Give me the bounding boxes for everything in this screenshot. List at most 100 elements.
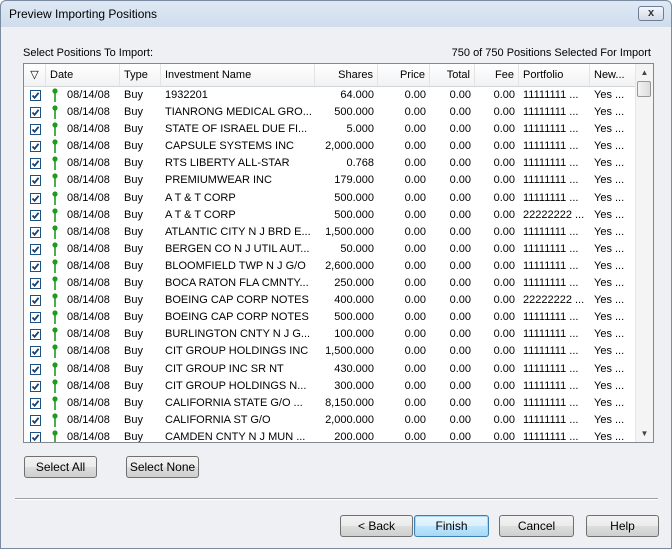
row-type: Buy [124, 311, 143, 324]
row-new: Yes ... [594, 157, 625, 170]
column-header-new[interactable]: New... [590, 64, 636, 86]
checkbox-checked-icon[interactable] [30, 243, 41, 255]
row-new: Yes ... [594, 294, 625, 307]
checkbox-checked-icon[interactable] [30, 90, 41, 101]
table-row[interactable]: 08/14/08 Buy STATE OF ISRAEL DUE FI... 5.00… [24, 121, 636, 138]
column-header-shares[interactable]: Shares [315, 64, 378, 86]
row-type: Buy [124, 294, 143, 307]
column-header-investment-name[interactable]: Investment Name [161, 64, 315, 86]
checkbox-checked-icon[interactable] [30, 346, 41, 358]
row-total: 0.00 [449, 379, 471, 392]
checkbox-checked-icon[interactable] [30, 363, 41, 375]
checkbox-checked-icon[interactable] [30, 295, 41, 307]
table-row[interactable]: 08/14/08 Buy PREMIUMWEAR INC 179.000 0.00 0.0… [24, 172, 636, 189]
row-new: Yes ... [594, 413, 625, 426]
row-price: 0.00 [404, 277, 426, 290]
row-investment-name: 1932201 [165, 89, 208, 101]
table-row[interactable]: 08/14/08 Buy CAPSULE SYSTEMS INC 2,000.000 0… [24, 138, 636, 155]
row-shares: 300.000 [334, 379, 374, 392]
row-portfolio: 11111111 ... [523, 413, 579, 426]
table-row[interactable]: 08/14/08 Buy 1932201 64.000 0.00 0.00 0.00 1111… [24, 87, 636, 104]
checkbox-checked-icon[interactable] [30, 226, 41, 238]
row-type: Buy [124, 430, 143, 443]
scrollbar-thumb[interactable] [637, 81, 651, 97]
checkbox-checked-icon[interactable] [30, 260, 41, 272]
select-none-button[interactable]: Select None [126, 456, 199, 478]
selected-count-label: 750 of 750 Positions Selected For Import [451, 47, 651, 59]
row-date: 08/14/08 [67, 345, 110, 358]
row-new: Yes ... [594, 89, 625, 101]
row-type: Buy [124, 379, 143, 392]
row-price: 0.00 [404, 328, 426, 341]
row-type: Buy [124, 225, 143, 238]
column-header-type[interactable]: Type [120, 64, 161, 86]
cancel-button[interactable]: Cancel [499, 515, 574, 537]
row-price: 0.00 [404, 413, 426, 426]
table-row[interactable]: 08/14/08 Buy BLOOMFIELD TWP N J G/O 2,600.0… [24, 258, 636, 275]
table-row[interactable]: 08/14/08 Buy CALIFORNIA STATE G/O ... 8,150… [24, 395, 636, 412]
close-icon: x [647, 7, 655, 19]
column-header-date[interactable]: Date [46, 64, 120, 86]
table-row[interactable]: 08/14/08 Buy TIANRONG MEDICAL GRO... 500.00… [24, 104, 636, 121]
checkbox-checked-icon[interactable] [30, 209, 41, 221]
row-type: Buy [124, 259, 143, 272]
row-investment-name: PREMIUMWEAR INC [165, 174, 272, 187]
sort-indicator-icon[interactable]: ▽ [24, 64, 46, 86]
row-shares: 500.000 [334, 311, 374, 324]
close-button[interactable]: x [638, 6, 664, 21]
checkbox-checked-icon[interactable] [30, 141, 41, 153]
row-new: Yes ... [594, 430, 625, 443]
table-row[interactable]: 08/14/08 Buy A T & T CORP 500.000 0.00 0.00 0.… [24, 207, 636, 224]
row-total: 0.00 [449, 123, 471, 136]
checkbox-checked-icon[interactable] [30, 312, 41, 324]
row-portfolio: 22222222 ... [523, 208, 585, 221]
checkbox-checked-icon[interactable] [30, 158, 41, 170]
back-button[interactable]: < Back [340, 515, 413, 537]
checkbox-checked-icon[interactable] [30, 329, 41, 341]
row-shares: 1,500.000 [325, 345, 374, 358]
table-row[interactable]: 08/14/08 Buy CIT GROUP HOLDINGS N... 300.00… [24, 378, 636, 395]
table-row[interactable]: 08/14/08 Buy BOEING CAP CORP NOTES 500.000 0… [24, 309, 636, 326]
row-shares: 5.000 [346, 123, 374, 136]
table-row[interactable]: 08/14/08 Buy CAMDEN CNTY N J MUN ... 200.00… [24, 429, 636, 443]
table-row[interactable]: 08/14/08 Buy CALIFORNIA ST G/O 2,000.000 0.0… [24, 412, 636, 429]
table-row[interactable]: 08/14/08 Buy ATLANTIC CITY N J BRD E... 1,5… [24, 224, 636, 241]
table-row[interactable]: 08/14/08 Buy BOCA RATON FLA CMNTY... 250.00… [24, 275, 636, 292]
checkbox-checked-icon[interactable] [30, 431, 41, 442]
column-header-portfolio[interactable]: Portfolio [519, 64, 590, 86]
select-all-button[interactable]: Select All [24, 456, 97, 478]
table-row[interactable]: 08/14/08 Buy BOEING CAP CORP NOTES 400.000 0… [24, 292, 636, 309]
row-investment-name: BERGEN CO N J UTIL AUT... [165, 242, 310, 255]
table-row[interactable]: 08/14/08 Buy CIT GROUP HOLDINGS INC 1,500.0… [24, 343, 636, 360]
row-fee: 0.00 [493, 362, 515, 375]
column-header-price[interactable]: Price [378, 64, 430, 86]
column-header-fee[interactable]: Fee [475, 64, 519, 86]
finish-button[interactable]: Finish [414, 515, 489, 537]
vertical-scrollbar[interactable]: ▲ ▼ [635, 64, 653, 442]
checkbox-checked-icon[interactable] [30, 107, 41, 119]
table-row[interactable]: 08/14/08 Buy A T & T CORP 500.000 0.00 0.00 0.… [24, 190, 636, 207]
row-price: 0.00 [404, 362, 426, 375]
checkbox-checked-icon[interactable] [30, 380, 41, 392]
row-total: 0.00 [449, 259, 471, 272]
table-row[interactable]: 08/14/08 Buy BERGEN CO N J UTIL AUT... 50.0… [24, 241, 636, 258]
row-shares: 8,150.000 [325, 396, 374, 409]
row-new: Yes ... [594, 225, 625, 238]
checkbox-checked-icon[interactable] [30, 397, 41, 409]
checkbox-checked-icon[interactable] [30, 175, 41, 187]
scroll-up-icon[interactable]: ▲ [636, 64, 653, 81]
row-date: 08/14/08 [67, 277, 110, 290]
table-row[interactable]: 08/14/08 Buy RTS LIBERTY ALL-STAR 0.768 0.00… [24, 155, 636, 172]
column-header-total[interactable]: Total [430, 64, 475, 86]
checkbox-checked-icon[interactable] [30, 124, 41, 136]
row-investment-name: ATLANTIC CITY N J BRD E... [165, 225, 311, 238]
title-bar[interactable]: Preview Importing Positions x [1, 1, 671, 27]
checkbox-checked-icon[interactable] [30, 192, 41, 204]
positions-grid[interactable]: ▽ Date Type Investment Name Shares Price… [23, 63, 654, 443]
table-row[interactable]: 08/14/08 Buy CIT GROUP INC SR NT 430.000 0.0… [24, 361, 636, 378]
scroll-down-icon[interactable]: ▼ [636, 425, 653, 442]
table-row[interactable]: 08/14/08 Buy BURLINGTON CNTY N J G... 100.0… [24, 326, 636, 343]
checkbox-checked-icon[interactable] [30, 278, 41, 290]
checkbox-checked-icon[interactable] [30, 414, 41, 426]
help-button[interactable]: Help [586, 515, 659, 537]
